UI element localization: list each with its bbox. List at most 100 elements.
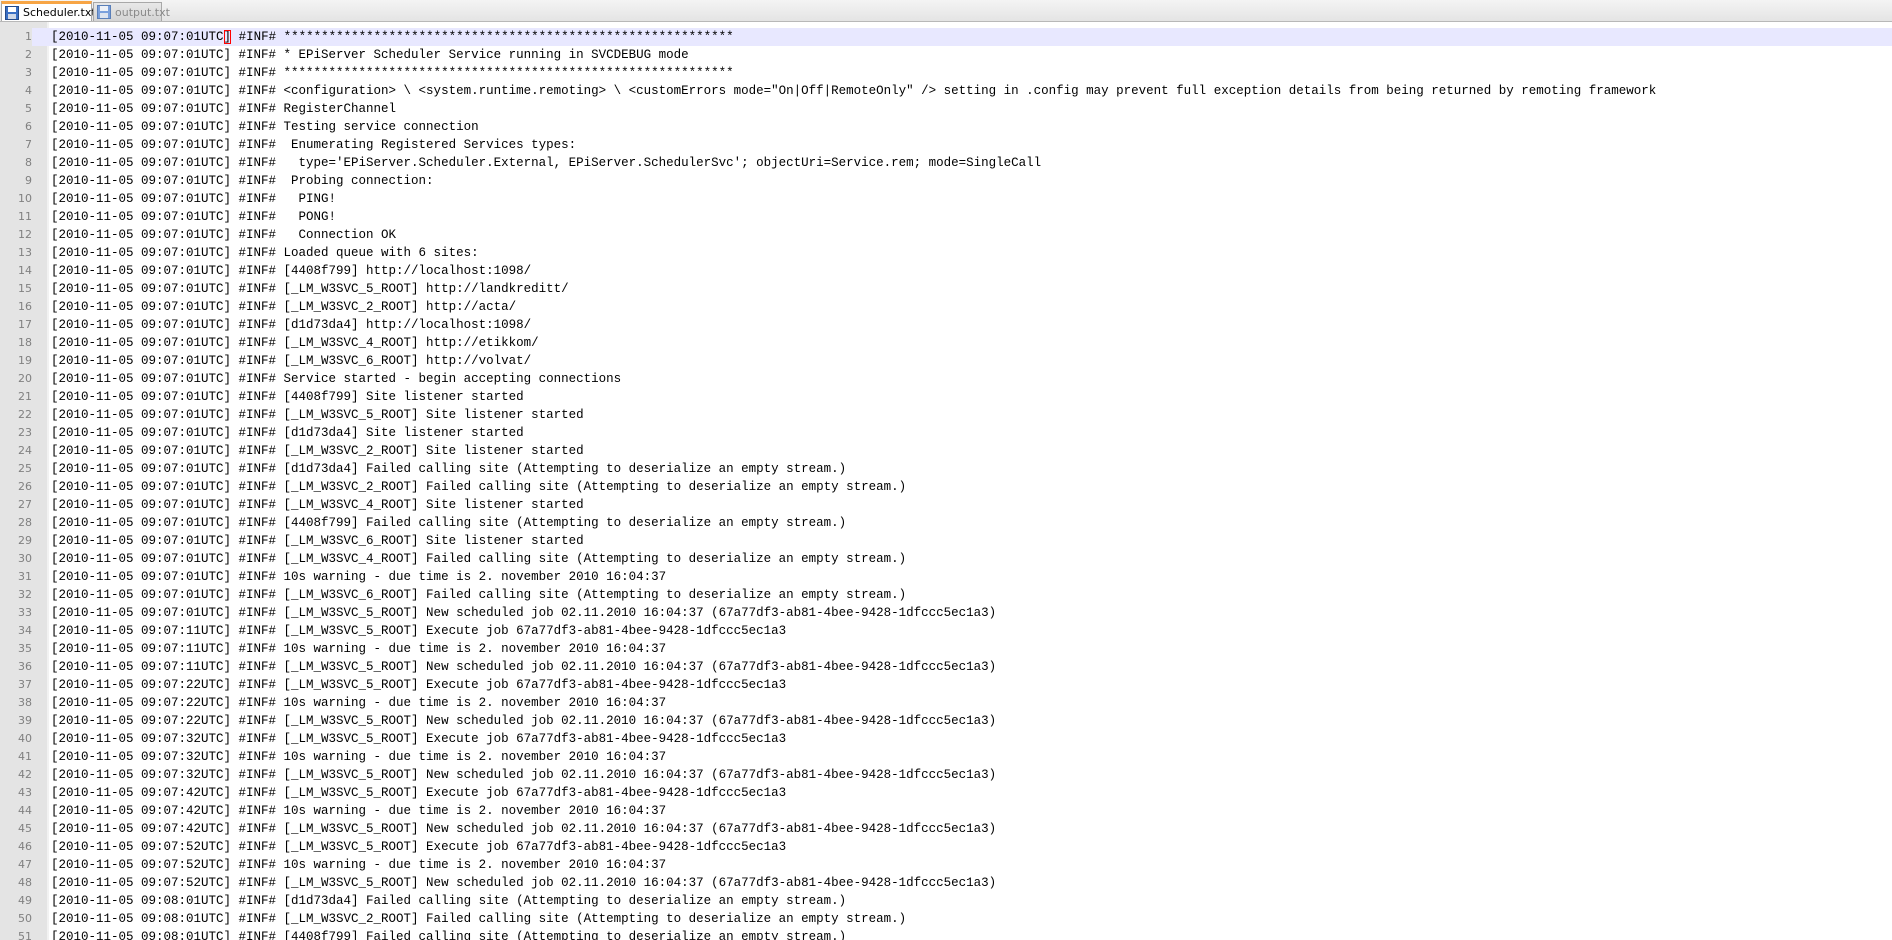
editor-line[interactable]: 2 [2010-11-05 09:07:01UTC] #INF# * EPiSer… <box>0 46 1892 64</box>
line-text: [2010-11-05 09:07:22UTC] #INF# [_LM_W3SV… <box>51 678 787 692</box>
editor-line[interactable]: 15 [2010-11-05 09:07:01UTC] #INF# [_LM_W3… <box>0 280 1892 298</box>
editor-line[interactable]: 50 [2010-11-05 09:08:01UTC] #INF# [_LM_W3… <box>0 910 1892 928</box>
line-number: 2 <box>0 46 32 64</box>
line-text: [2010-11-05 09:07:52UTC] #INF# [_LM_W3SV… <box>51 876 997 890</box>
editor-line[interactable]: 34 [2010-11-05 09:07:11UTC] #INF# [_LM_W3… <box>0 622 1892 640</box>
line-text: [2010-11-05 09:07:32UTC] #INF# [_LM_W3SV… <box>51 768 997 782</box>
editor-line[interactable]: 17 [2010-11-05 09:07:01UTC] #INF# [d1d73d… <box>0 316 1892 334</box>
line-number: 22 <box>0 406 32 424</box>
line-text: [2010-11-05 09:07:11UTC] #INF# [_LM_W3SV… <box>51 624 787 638</box>
editor-line[interactable]: 26 [2010-11-05 09:07:01UTC] #INF# [_LM_W3… <box>0 478 1892 496</box>
line-text: [2010-11-05 09:07:01UTC] #INF# <configur… <box>51 84 1657 98</box>
line-text: [2010-11-05 09:08:01UTC] #INF# [_LM_W3SV… <box>51 912 907 926</box>
editor-line[interactable]: 21 [2010-11-05 09:07:01UTC] #INF# [4408f7… <box>0 388 1892 406</box>
line-number: 42 <box>0 766 32 784</box>
editor-line[interactable]: 16 [2010-11-05 09:07:01UTC] #INF# [_LM_W3… <box>0 298 1892 316</box>
editor-line[interactable]: 45 [2010-11-05 09:07:42UTC] #INF# [_LM_W3… <box>0 820 1892 838</box>
line-number: 24 <box>0 442 32 460</box>
line-number: 48 <box>0 874 32 892</box>
editor-line[interactable]: 30 [2010-11-05 09:07:01UTC] #INF# [_LM_W3… <box>0 550 1892 568</box>
tab-label: output.txt <box>115 5 170 19</box>
line-text: [2010-11-05 09:07:01UTC] #INF# Service s… <box>51 372 622 386</box>
tab-scheduler-txt[interactable]: Scheduler.txt <box>1 1 96 21</box>
editor-line[interactable]: 4 [2010-11-05 09:07:01UTC] #INF# <configu… <box>0 82 1892 100</box>
line-text: [2010-11-05 09:07:01UTC] #INF# Enumerati… <box>51 138 577 152</box>
line-number: 34 <box>0 622 32 640</box>
line-number: 11 <box>0 208 32 226</box>
editor-line[interactable]: 40 [2010-11-05 09:07:32UTC] #INF# [_LM_W3… <box>0 730 1892 748</box>
editor-line[interactable]: 27 [2010-11-05 09:07:01UTC] #INF# [_LM_W3… <box>0 496 1892 514</box>
line-text: [2010-11-05 09:07:01UTC] #INF# 10s warni… <box>51 570 667 584</box>
line-number: 31 <box>0 568 32 586</box>
bracket-match-highlight: ] <box>223 30 232 44</box>
line-text: [2010-11-05 09:07:01UTC] #INF# [4408f799… <box>51 390 524 404</box>
editor-line[interactable]: 47 [2010-11-05 09:07:52UTC] #INF# 10s war… <box>0 856 1892 874</box>
line-number: 35 <box>0 640 32 658</box>
editor-line[interactable]: 6 [2010-11-05 09:07:01UTC] #INF# Testing … <box>0 118 1892 136</box>
line-number: 36 <box>0 658 32 676</box>
editor-line[interactable]: 51 [2010-11-05 09:08:01UTC] #INF# [4408f7… <box>0 928 1892 940</box>
editor-line[interactable]: 33 [2010-11-05 09:07:01UTC] #INF# [_LM_W3… <box>0 604 1892 622</box>
line-number: 26 <box>0 478 32 496</box>
editor-line[interactable]: 22 [2010-11-05 09:07:01UTC] #INF# [_LM_W3… <box>0 406 1892 424</box>
tab-output-txt[interactable]: output.txt <box>93 2 170 21</box>
editor-line[interactable]: 11 [2010-11-05 09:07:01UTC] #INF# PONG! <box>0 208 1892 226</box>
line-number: 17 <box>0 316 32 334</box>
editor-line[interactable]: 35 [2010-11-05 09:07:11UTC] #INF# 10s war… <box>0 640 1892 658</box>
line-number: 40 <box>0 730 32 748</box>
line-number: 21 <box>0 388 32 406</box>
editor-line[interactable]: 12 [2010-11-05 09:07:01UTC] #INF# Connect… <box>0 226 1892 244</box>
line-number: 3 <box>0 64 32 82</box>
editor-line[interactable]: 42 [2010-11-05 09:07:32UTC] #INF# [_LM_W3… <box>0 766 1892 784</box>
line-text: [2010-11-05 09:07:52UTC] #INF# [_LM_W3SV… <box>51 840 787 854</box>
editor-line[interactable]: 20 [2010-11-05 09:07:01UTC] #INF# Service… <box>0 370 1892 388</box>
editor-line[interactable]: 8 [2010-11-05 09:07:01UTC] #INF# type='EP… <box>0 154 1892 172</box>
editor-line[interactable]: 5 [2010-11-05 09:07:01UTC] #INF# Register… <box>0 100 1892 118</box>
floppy-save-icon <box>5 5 19 20</box>
editor-line[interactable]: 14 [2010-11-05 09:07:01UTC] #INF# [4408f7… <box>0 262 1892 280</box>
editor-line[interactable]: 32 [2010-11-05 09:07:01UTC] #INF# [_LM_W3… <box>0 586 1892 604</box>
editor-line[interactable]: 24 [2010-11-05 09:07:01UTC] #INF# [_LM_W3… <box>0 442 1892 460</box>
line-number: 43 <box>0 784 32 802</box>
line-text: [2010-11-05 09:07:01UTC] #INF# *********… <box>51 66 734 80</box>
editor-line[interactable]: 25 [2010-11-05 09:07:01UTC] #INF# [d1d73d… <box>0 460 1892 478</box>
editor-line[interactable]: 3 [2010-11-05 09:07:01UTC] #INF# ********… <box>0 64 1892 82</box>
editor-line[interactable]: 38 [2010-11-05 09:07:22UTC] #INF# 10s war… <box>0 694 1892 712</box>
line-number: 6 <box>0 118 32 136</box>
editor-line[interactable]: 31 [2010-11-05 09:07:01UTC] #INF# 10s war… <box>0 568 1892 586</box>
editor-line[interactable]: 43 [2010-11-05 09:07:42UTC] #INF# [_LM_W3… <box>0 784 1892 802</box>
line-text: [2010-11-05 09:07:01UTC] #INF# [_LM_W3SV… <box>51 408 584 422</box>
editor-line[interactable]: 28 [2010-11-05 09:07:01UTC] #INF# [4408f7… <box>0 514 1892 532</box>
editor-line[interactable]: 36 [2010-11-05 09:07:11UTC] #INF# [_LM_W3… <box>0 658 1892 676</box>
editor-line[interactable]: 48 [2010-11-05 09:07:52UTC] #INF# [_LM_W3… <box>0 874 1892 892</box>
line-number: 30 <box>0 550 32 568</box>
editor-line[interactable]: 9 [2010-11-05 09:07:01UTC] #INF# Probing … <box>0 172 1892 190</box>
line-number: 23 <box>0 424 32 442</box>
line-number: 28 <box>0 514 32 532</box>
editor-line[interactable]: 41 [2010-11-05 09:07:32UTC] #INF# 10s war… <box>0 748 1892 766</box>
editor-line[interactable]: 1 [2010-11-05 09:07:01UTC] #INF# ********… <box>0 28 1892 46</box>
line-number: 5 <box>0 100 32 118</box>
line-text: [2010-11-05 09:07:11UTC] #INF# 10s warni… <box>51 642 667 656</box>
tab-label: Scheduler.txt <box>23 6 96 19</box>
line-text: [2010-11-05 09:07:01UTC] #INF# [_LM_W3SV… <box>51 336 539 350</box>
text-editor[interactable]: 1 [2010-11-05 09:07:01UTC] #INF# ********… <box>0 22 1892 940</box>
editor-line[interactable]: 13 [2010-11-05 09:07:01UTC] #INF# Loaded … <box>0 244 1892 262</box>
editor-line[interactable]: 18 [2010-11-05 09:07:01UTC] #INF# [_LM_W3… <box>0 334 1892 352</box>
tab-bar: Scheduler.txt output.txt <box>0 0 1892 22</box>
editor-line[interactable]: 10 [2010-11-05 09:07:01UTC] #INF# PING! <box>0 190 1892 208</box>
editor-line[interactable]: 19 [2010-11-05 09:07:01UTC] #INF# [_LM_W3… <box>0 352 1892 370</box>
editor-line[interactable]: 37 [2010-11-05 09:07:22UTC] #INF# [_LM_W3… <box>0 676 1892 694</box>
editor-lines: 1 [2010-11-05 09:07:01UTC] #INF# ********… <box>0 28 1892 940</box>
editor-line[interactable]: 29 [2010-11-05 09:07:01UTC] #INF# [_LM_W3… <box>0 532 1892 550</box>
editor-line[interactable]: 39 [2010-11-05 09:07:22UTC] #INF# [_LM_W3… <box>0 712 1892 730</box>
line-number: 18 <box>0 334 32 352</box>
editor-line[interactable]: 46 [2010-11-05 09:07:52UTC] #INF# [_LM_W3… <box>0 838 1892 856</box>
line-number: 29 <box>0 532 32 550</box>
editor-line[interactable]: 23 [2010-11-05 09:07:01UTC] #INF# [d1d73d… <box>0 424 1892 442</box>
editor-line[interactable]: 7 [2010-11-05 09:07:01UTC] #INF# Enumerat… <box>0 136 1892 154</box>
editor-line[interactable]: 49 [2010-11-05 09:08:01UTC] #INF# [d1d73d… <box>0 892 1892 910</box>
editor-line[interactable]: 44 [2010-11-05 09:07:42UTC] #INF# 10s war… <box>0 802 1892 820</box>
line-number: 44 <box>0 802 32 820</box>
line-number: 16 <box>0 298 32 316</box>
